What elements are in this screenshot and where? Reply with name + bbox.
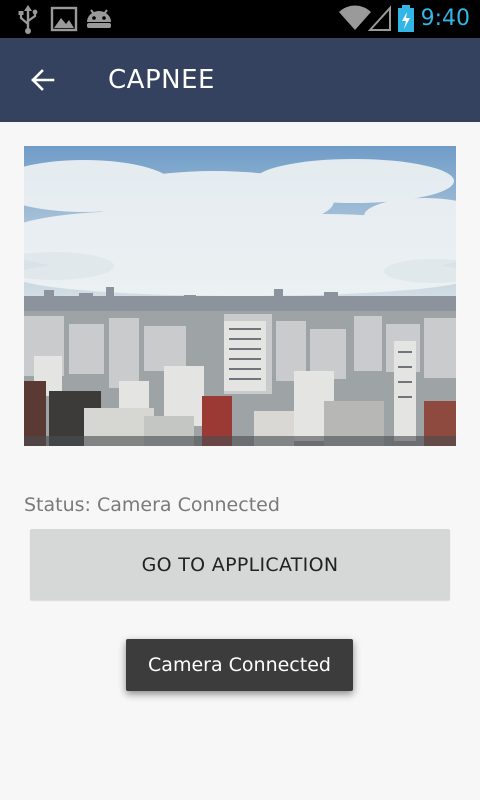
wifi-icon bbox=[339, 5, 371, 31]
back-button[interactable] bbox=[18, 58, 66, 102]
usb-icon bbox=[18, 5, 38, 34]
app-bar: CAPNEE bbox=[0, 38, 480, 122]
signal-icon bbox=[368, 5, 391, 31]
android-icon bbox=[87, 9, 111, 28]
battery-charging-icon bbox=[398, 5, 414, 32]
back-arrow-icon bbox=[31, 69, 55, 91]
toast-notification: Camera Connected bbox=[126, 639, 353, 691]
image-icon bbox=[50, 6, 78, 32]
status-bar-time: 9:40 bbox=[420, 6, 470, 31]
camera-preview-image bbox=[24, 146, 456, 446]
connection-status-text: Status: Camera Connected bbox=[24, 494, 280, 516]
app-title: CAPNEE bbox=[108, 65, 215, 95]
toast-text: Camera Connected bbox=[148, 654, 331, 676]
go-to-application-button[interactable]: GO TO APPLICATION bbox=[30, 529, 450, 600]
status-bar: 9:40 bbox=[0, 0, 480, 38]
